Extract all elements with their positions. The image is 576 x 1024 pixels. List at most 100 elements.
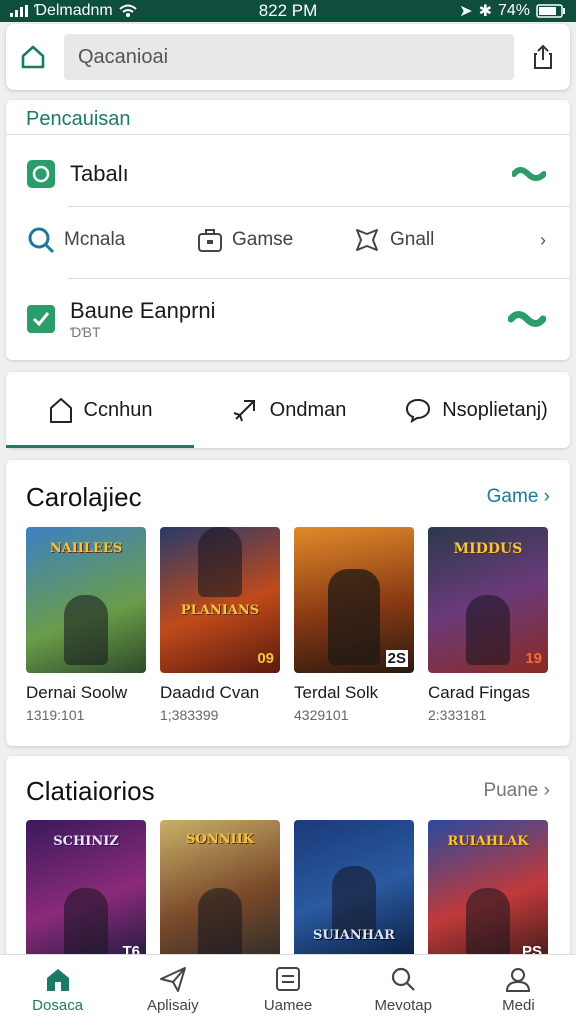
nav-label: Uamee xyxy=(263,997,313,1014)
game-count: 2:333181 xyxy=(428,707,487,723)
section-link[interactable]: Puane › xyxy=(483,780,550,802)
chevron-right-icon[interactable]: › xyxy=(540,230,546,251)
search-icon xyxy=(28,227,55,254)
tab-ccnhun[interactable]: Ccnhun xyxy=(6,372,194,448)
tab-label: Ccnhun xyxy=(83,398,153,421)
search-icon xyxy=(392,967,415,991)
toggle-arrows-icon[interactable] xyxy=(508,309,546,329)
menu-chip-row: Mcnala Gamse Gnall › xyxy=(6,220,570,260)
chip-gnall[interactable]: Gnall xyxy=(352,225,434,255)
search-input[interactable]: Qacanioai xyxy=(64,34,514,80)
briefcase-icon xyxy=(198,229,222,252)
section-title: Carolajiec xyxy=(26,482,142,512)
nav-item-aplisaiy[interactable]: Aplisaiy xyxy=(115,955,230,1024)
profile-icon xyxy=(506,968,531,992)
game-count: 1;383399 xyxy=(160,707,219,723)
game-card[interactable]: SUIANHAR xyxy=(294,820,414,956)
game-cover: MIDDUS 19 xyxy=(428,527,548,673)
game-cover: NAIILEES xyxy=(26,527,146,673)
nav-item-mevotap[interactable]: Mevotap xyxy=(346,955,461,1024)
bluetooth-icon: ✱ xyxy=(478,3,492,20)
location-icon: ➤ xyxy=(459,3,473,20)
cover-figure xyxy=(328,569,380,665)
game-cover: SCHINIZ T6 xyxy=(26,820,146,956)
cover-title: SUIANHAR xyxy=(313,928,395,943)
battery-percent: 74% xyxy=(497,2,530,19)
cover-title: NAIILEES xyxy=(49,541,123,556)
nav-label: Dosaca xyxy=(32,997,84,1014)
game-card[interactable]: NAIILEES Dernai Soolw 1319:101 xyxy=(26,527,146,723)
chip-label: Gamse xyxy=(232,229,294,250)
menu-row-label: Baune Eanprni xyxy=(70,298,216,323)
home-icon[interactable] xyxy=(18,42,48,72)
game-cover: SUIANHAR xyxy=(294,820,414,956)
game-card[interactable]: 2S Terdal Solk 4329101 xyxy=(294,527,414,723)
nav-item-medi[interactable]: Medi xyxy=(461,955,576,1024)
checkbox-icon[interactable] xyxy=(26,304,56,334)
cover-title: MIDDUS xyxy=(453,541,523,557)
rocket-icon xyxy=(233,400,255,422)
game-card[interactable]: SCHINIZ T6 xyxy=(26,820,146,956)
cover-figure xyxy=(64,595,108,665)
section-carolajiec: Carolajiec Game › NAIILEES Dernai Soolw … xyxy=(6,460,570,746)
cover-figure xyxy=(466,595,510,665)
games-row: SCHINIZ T6 SONNIIK SUIANHAR RUIAHLAK PS xyxy=(26,820,548,956)
chip-gamse[interactable]: Gamse xyxy=(196,226,352,254)
battery-icon xyxy=(536,4,565,18)
section-link-label: Game xyxy=(486,486,539,507)
cover-title: PLANIANS xyxy=(180,603,260,618)
signal-icon xyxy=(10,5,28,17)
chip-label: Mcnala xyxy=(64,229,126,250)
game-count: 4329101 xyxy=(294,707,349,723)
list-icon xyxy=(276,967,300,991)
nav-item-dosaca[interactable]: Dosaca xyxy=(0,955,115,1024)
section-link[interactable]: Game › xyxy=(487,486,550,508)
chip-mcnala[interactable]: Mcnala xyxy=(26,225,196,255)
game-cover: RUIAHLAK PS xyxy=(428,820,548,956)
cover-badge: 19 xyxy=(525,650,542,667)
search-menu: Pencauisan Tabalı Mcnala Gamse Gnall › B… xyxy=(6,100,570,360)
divider xyxy=(6,134,570,135)
game-count: 1319:101 xyxy=(26,707,85,723)
games-row: NAIILEES Dernai Soolw 1319:101 PLANIANS … xyxy=(26,527,548,723)
home-icon xyxy=(49,398,72,423)
divider xyxy=(68,278,570,279)
status-bar: Ɗelmadnm 822 PM ➤ ✱ 74% xyxy=(0,0,576,22)
divider xyxy=(68,206,570,207)
nav-item-uamee[interactable]: Uamee xyxy=(230,955,345,1024)
menu-row-tabalu[interactable]: Tabalı xyxy=(6,154,570,194)
wifi-icon xyxy=(119,4,137,17)
tab-ondman[interactable]: Ondman xyxy=(194,372,382,448)
cover-figure xyxy=(64,888,108,956)
section-link-label: Puane xyxy=(483,780,539,801)
menu-row-baune[interactable]: Baune Eanprni ƊƁT xyxy=(6,294,570,344)
cover-title: SONNIIK xyxy=(186,832,254,847)
game-card[interactable]: SONNIIK xyxy=(160,820,280,956)
chip-label: Gnall xyxy=(390,229,435,250)
tab-nsoplietani[interactable]: Nsoplietanj) xyxy=(382,372,570,448)
home-icon xyxy=(46,969,69,991)
menu-title: Pencauisan xyxy=(26,108,131,130)
cover-title: RUIAHLAK xyxy=(447,834,529,849)
tab-label: Ondman xyxy=(269,398,347,421)
cover-figure xyxy=(198,527,242,597)
cover-figure xyxy=(332,866,376,936)
share-icon[interactable] xyxy=(528,42,558,72)
toggle-arrows-icon[interactable] xyxy=(512,165,546,183)
game-cover: 2S xyxy=(294,527,414,673)
star-icon xyxy=(356,229,378,251)
game-card[interactable]: RUIAHLAK PS xyxy=(428,820,548,956)
game-name: Terdal Solk xyxy=(294,683,379,702)
search-header: Qacanioai xyxy=(6,24,570,90)
menu-row-sub: ƊƁT xyxy=(70,324,101,340)
carrier-name: Ɗelmadnm xyxy=(34,2,113,19)
game-cover: SONNIIK xyxy=(160,820,280,956)
tab-label: Nsoplietanj) xyxy=(442,398,548,421)
nav-label: Medi xyxy=(502,997,535,1014)
plane-icon xyxy=(159,967,186,992)
cover-figure xyxy=(466,888,510,956)
game-card[interactable]: MIDDUS 19 Carad Fingas 2:333181 xyxy=(428,527,548,723)
nav-label: Mevotap xyxy=(374,997,432,1014)
game-card[interactable]: PLANIANS 09 Daadıd Cvan 1;383399 xyxy=(160,527,280,723)
section-clatiaiorios: Clatiaiorios Puane › SCHINIZ T6 SONNIIK … xyxy=(6,756,570,956)
